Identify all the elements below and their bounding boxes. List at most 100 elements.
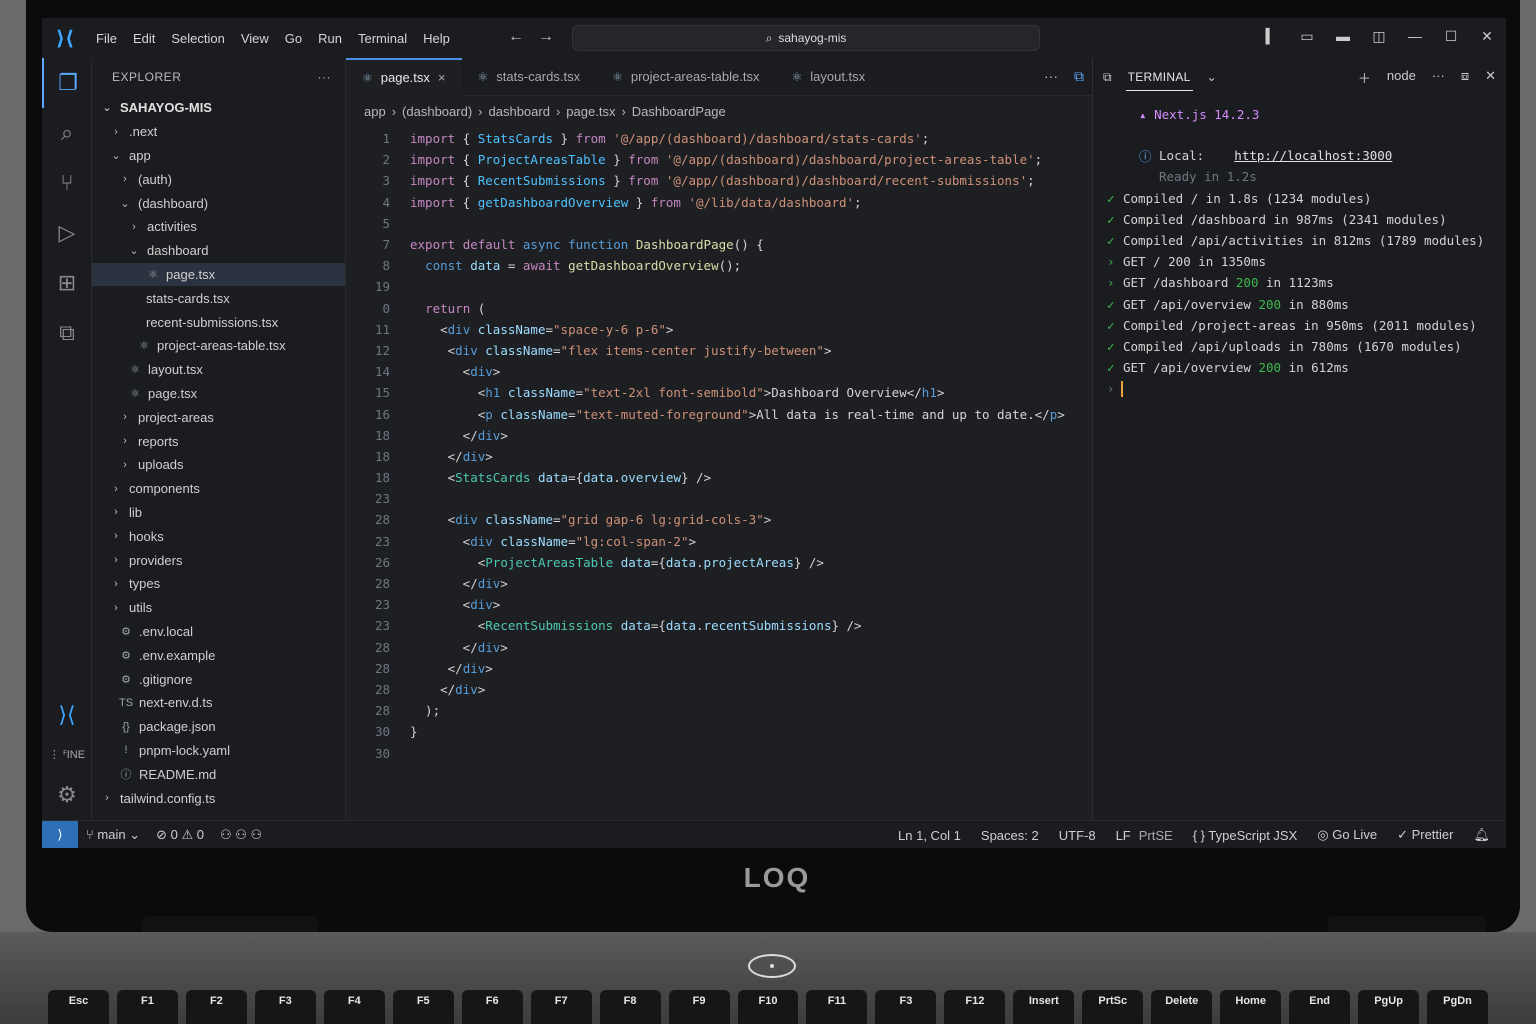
back-arrow-icon[interactable]: ←: [508, 28, 538, 45]
language-mode[interactable]: { } TypeScript JSX: [1193, 828, 1298, 843]
explorer-more-icon[interactable]: ···: [318, 70, 332, 84]
file-item[interactable]: ⓘ README.md: [92, 762, 345, 786]
editor-group: ⚛ page.tsx × ⚛ stats-cards.tsx ⚛ project-areas…: [346, 57, 1092, 820]
tab-close-icon[interactable]: ×: [438, 70, 446, 85]
breadcrumb-item[interactable]: app: [364, 104, 386, 119]
breadcrumb-item[interactable]: dashboard: [489, 104, 550, 119]
toggle-panel-icon[interactable]: ▭: [1298, 28, 1316, 45]
tab-terminal[interactable]: TERMINAL: [1125, 64, 1193, 91]
file-item[interactable]: stats-cards.tsx: [92, 286, 345, 310]
breadcrumb-item[interactable]: page.tsx: [566, 104, 615, 119]
encoding[interactable]: UTF-8: [1059, 828, 1096, 843]
prtsc-label[interactable]: PrtSE: [1139, 828, 1173, 843]
terminal-prompt[interactable]: ›: [1107, 378, 1506, 399]
folder-item[interactable]: ⌄ (dashboard): [92, 191, 345, 215]
folder-item[interactable]: › project-areas: [92, 405, 345, 429]
editor-tab[interactable]: ⚛ layout.tsx: [775, 58, 881, 96]
new-terminal-icon[interactable]: ＋: [1358, 68, 1371, 87]
menu-item-selection[interactable]: Selection: [163, 31, 232, 46]
split-editor-icon[interactable]: ⧉: [1074, 68, 1084, 85]
key-f12: F12: [944, 990, 1006, 1024]
folder-item[interactable]: › reports: [92, 429, 345, 453]
customize-layout-icon[interactable]: ◫: [1370, 28, 1388, 45]
status-bar: ⟩ ⑂ main ⌄ ⊘ 0 ⚠ 0 ⚇ ⚇ ⚇ Ln 1, Col 1 Spa…: [42, 820, 1506, 848]
command-center[interactable]: ⌕ sahayog-mis: [572, 25, 1040, 51]
folder-item[interactable]: › uploads: [92, 453, 345, 477]
breadcrumb-item[interactable]: DashboardPage: [632, 104, 726, 119]
code-line: 18 </div>: [346, 425, 1092, 446]
file-item[interactable]: ⚙ .env.local: [92, 620, 345, 644]
menu-item-file[interactable]: File: [88, 31, 125, 46]
branch-indicator[interactable]: ⑂ main ⌄: [86, 827, 140, 843]
power-button[interactable]: [748, 954, 796, 978]
folder-item[interactable]: ⌄ SAHAYOG-MIS: [92, 96, 345, 120]
remote-indicator-icon[interactable]: ⟩: [42, 820, 78, 848]
extensions-icon[interactable]: ⊞: [42, 258, 92, 308]
folder-item[interactable]: › utils: [92, 596, 345, 620]
settings-gear-icon[interactable]: ⚙: [42, 770, 92, 820]
toggle-bottom-panel-icon[interactable]: ▬: [1334, 28, 1352, 45]
close-panel-icon[interactable]: ✕: [1485, 68, 1496, 87]
maximize-panel-icon[interactable]: ⧈: [1461, 68, 1469, 87]
maximize-icon[interactable]: ☐: [1442, 28, 1460, 45]
file-item[interactable]: TS next-env.d.ts: [92, 691, 345, 715]
file-item[interactable]: recent-submissions.tsx: [92, 310, 345, 334]
local-url-link[interactable]: http://localhost:3000: [1234, 148, 1392, 163]
file-item[interactable]: ⚙ .env.example: [92, 643, 345, 667]
close-icon[interactable]: ✕: [1478, 28, 1496, 45]
folder-item[interactable]: › hooks: [92, 524, 345, 548]
folder-item[interactable]: › tailwind.config.ts: [92, 786, 345, 810]
toggle-sidebar-icon[interactable]: ▍: [1262, 28, 1280, 45]
tree-item-label: recent-submissions.tsx: [146, 314, 279, 330]
menu-item-terminal[interactable]: Terminal: [350, 31, 415, 46]
folder-item[interactable]: › activities: [92, 215, 345, 239]
editor-tab[interactable]: ⚛ stats-cards.tsx: [462, 58, 597, 96]
prettier-button[interactable]: ✓ Prettier: [1397, 827, 1453, 843]
menu-item-help[interactable]: Help: [415, 31, 458, 46]
ports-icon[interactable]: ⚇ ⚇ ⚇: [220, 827, 262, 843]
folder-item[interactable]: › (auth): [92, 167, 345, 191]
minimize-icon[interactable]: —: [1406, 28, 1424, 45]
folder-item[interactable]: › types: [92, 572, 345, 596]
menu-item-edit[interactable]: Edit: [125, 31, 163, 46]
forward-arrow-icon[interactable]: →: [538, 28, 568, 45]
folder-item[interactable]: › providers: [92, 548, 345, 572]
file-item[interactable]: ! pnpm-lock.yaml: [92, 739, 345, 763]
terminal-shell-name[interactable]: node: [1387, 68, 1416, 87]
source-control-icon[interactable]: ⑂: [42, 158, 92, 208]
file-item[interactable]: ⚛ project-areas-table.tsx: [92, 334, 345, 358]
chevron-down-icon[interactable]: ⌄: [1207, 70, 1217, 84]
cursor-position[interactable]: Ln 1, Col 1: [898, 828, 961, 843]
notifications-bell-icon[interactable]: 🔔︎: [1473, 827, 1490, 843]
code-editor[interactable]: 1 import { StatsCards } from '@/app/(dash…: [346, 128, 1092, 764]
remote-explorer-icon[interactable]: ⧉: [42, 308, 92, 358]
folder-item[interactable]: ⌄ dashboard: [92, 239, 345, 263]
explorer-icon[interactable]: ❐: [42, 58, 92, 108]
editor-tab[interactable]: ⚛ page.tsx ×: [346, 57, 462, 96]
go-live-button[interactable]: ◎ Go Live: [1317, 827, 1377, 843]
file-item[interactable]: ⚛ layout.tsx: [92, 358, 345, 382]
editor-tab[interactable]: ⚛ project-areas-table.tsx: [596, 58, 775, 96]
folder-item[interactable]: › lib: [92, 501, 345, 525]
code-line: 7 export default async function Dashboard…: [346, 234, 1092, 255]
line-ending[interactable]: LF: [1116, 828, 1131, 843]
more-actions-icon[interactable]: ···: [1044, 68, 1058, 85]
run-debug-icon[interactable]: ▷: [42, 208, 92, 258]
file-item[interactable]: ⚛ page.tsx: [92, 262, 345, 287]
indentation[interactable]: Spaces: 2: [981, 828, 1039, 843]
problems-indicator[interactable]: ⊘ 0 ⚠ 0: [156, 827, 204, 843]
menu-item-view[interactable]: View: [233, 31, 277, 46]
file-item[interactable]: {} package.json: [92, 715, 345, 739]
file-item[interactable]: ⚛ page.tsx: [92, 382, 345, 406]
vscode-accounts-icon[interactable]: ⟩⟨: [42, 690, 92, 740]
breadcrumb-item[interactable]: (dashboard): [402, 104, 472, 119]
folder-item[interactable]: › .next: [92, 120, 345, 144]
folder-item[interactable]: › components: [92, 477, 345, 501]
menu-item-go[interactable]: Go: [277, 31, 310, 46]
folder-item[interactable]: ⌄ app: [92, 144, 345, 168]
menu-item-run[interactable]: Run: [310, 31, 350, 46]
search-view-icon[interactable]: ⌕: [42, 108, 92, 158]
terminal-output[interactable]: ▴ Next.js 14.2.3 ⓘ Local: http://localho…: [1093, 96, 1506, 399]
file-item[interactable]: ⚙ .gitignore: [92, 667, 345, 691]
terminal-more-icon[interactable]: ···: [1432, 68, 1445, 87]
